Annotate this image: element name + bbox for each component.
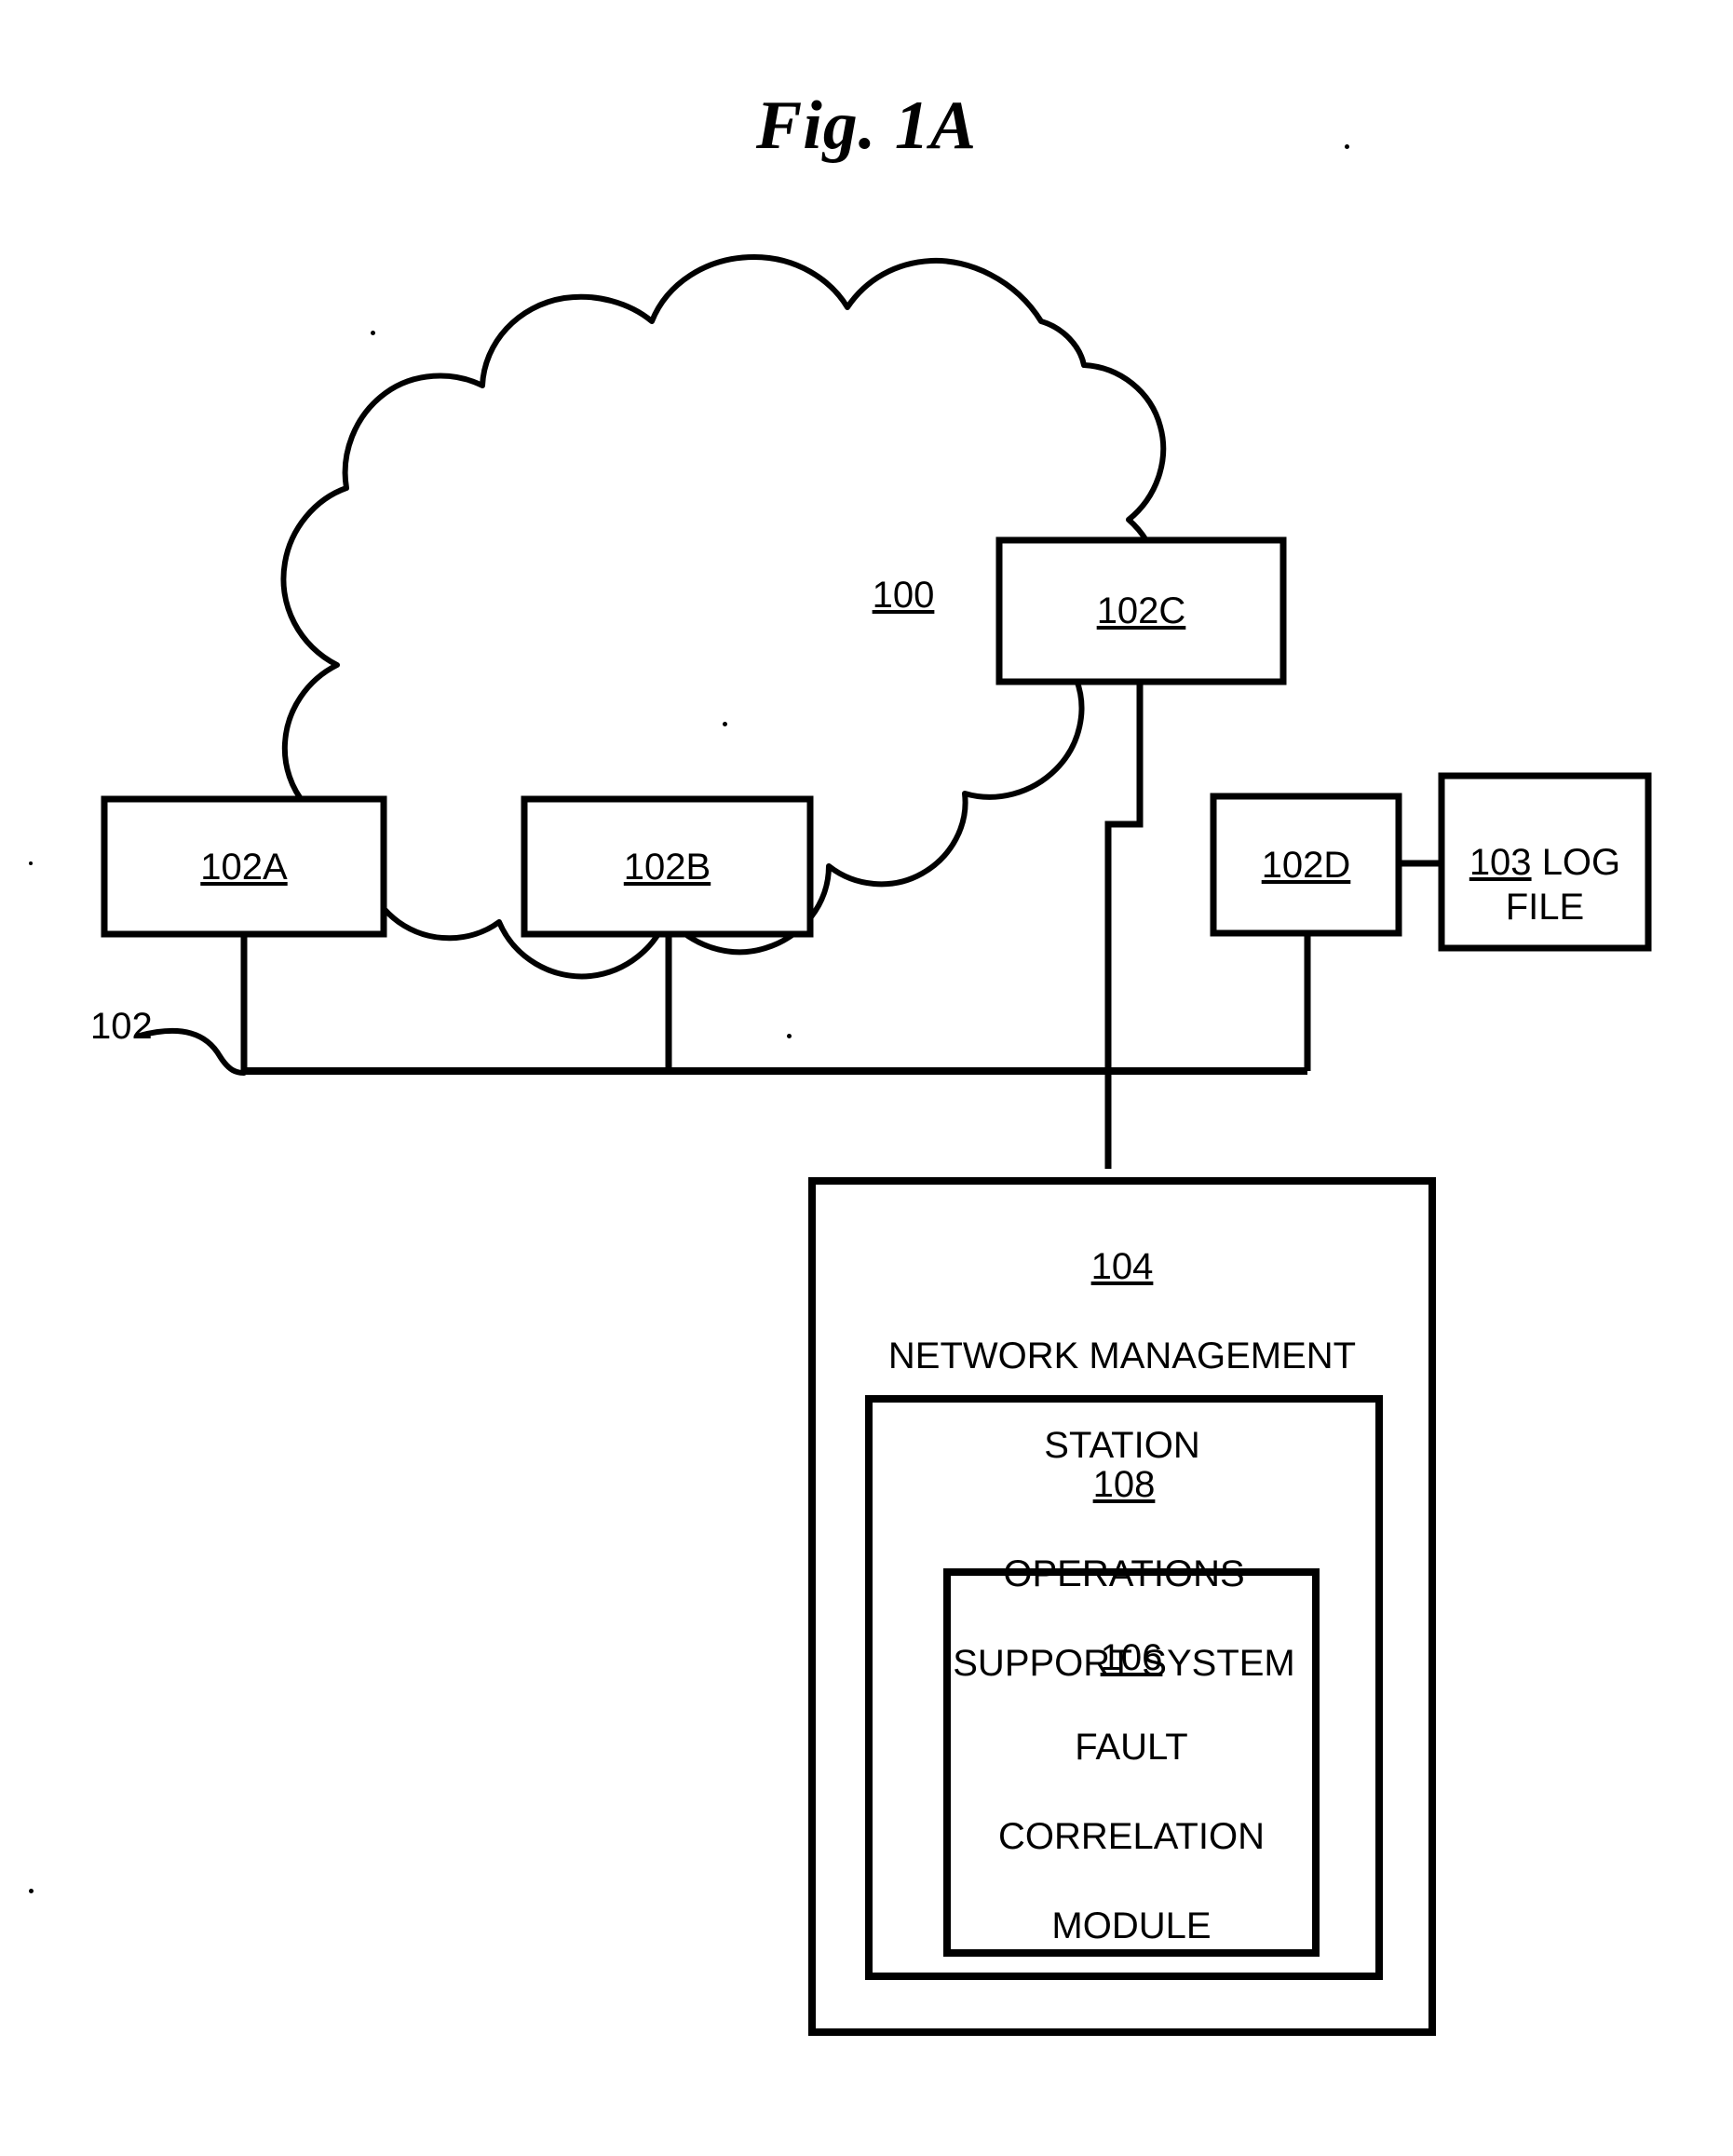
node-ref-102a: 102A <box>200 846 288 888</box>
bus-leader-line <box>137 1027 247 1076</box>
scan-speck <box>866 1718 871 1723</box>
node-ref-102d: 102D <box>1261 844 1351 886</box>
node-label-102d: 102D <box>1213 796 1399 933</box>
scan-speck <box>1345 144 1349 149</box>
fcm-label-line-2: CORRELATION <box>998 1816 1265 1857</box>
log-file-line-1: 103 LOG <box>1469 795 1620 885</box>
cloud-ref-label: 100 <box>843 528 964 617</box>
scan-speck <box>787 1034 792 1038</box>
scan-speck <box>29 1889 34 1893</box>
scan-speck <box>29 861 33 865</box>
bus-ref-number: 102 <box>90 1006 153 1047</box>
cloud-ref-number: 100 <box>872 575 935 616</box>
node-ref-103: 103 <box>1469 841 1532 883</box>
nms-label-line-1: NETWORK MANAGEMENT <box>887 1336 1357 1376</box>
link-102c-nms <box>1104 682 1144 1169</box>
node-label-102c: 102C <box>999 540 1283 682</box>
node-ref-106: 106 <box>1100 1637 1163 1678</box>
scan-speck <box>723 722 727 726</box>
node-ref-102c: 102C <box>1096 590 1186 631</box>
patent-figure-page: Fig. 1A 100 102C 102A 102B 102D 103 LOG … <box>0 0 1733 2156</box>
node-ref-108: 108 <box>1092 1464 1156 1505</box>
scan-speck <box>371 331 375 335</box>
node-label-102a: 102A <box>104 799 384 934</box>
log-file-word-log: LOG <box>1541 841 1621 883</box>
log-file-line-2: FILE <box>1505 886 1585 928</box>
node-ref-104: 104 <box>1090 1246 1154 1287</box>
node-label-log-file: 103 LOG FILE <box>1442 776 1648 948</box>
oss-label-line-1: OPERATIONS <box>1003 1553 1245 1594</box>
diagram-linework <box>101 254 1652 2036</box>
bus-ref-label: 102 <box>90 1006 153 1047</box>
node-ref-102b: 102B <box>623 846 711 888</box>
fcm-label-line-3: MODULE <box>1051 1905 1212 1946</box>
node-label-102b: 102B <box>524 799 810 934</box>
node-label-fault-correlation-module: 106 FAULT CORRELATION MODULE <box>947 1591 1316 1993</box>
fcm-label-line-1: FAULT <box>1075 1727 1188 1768</box>
